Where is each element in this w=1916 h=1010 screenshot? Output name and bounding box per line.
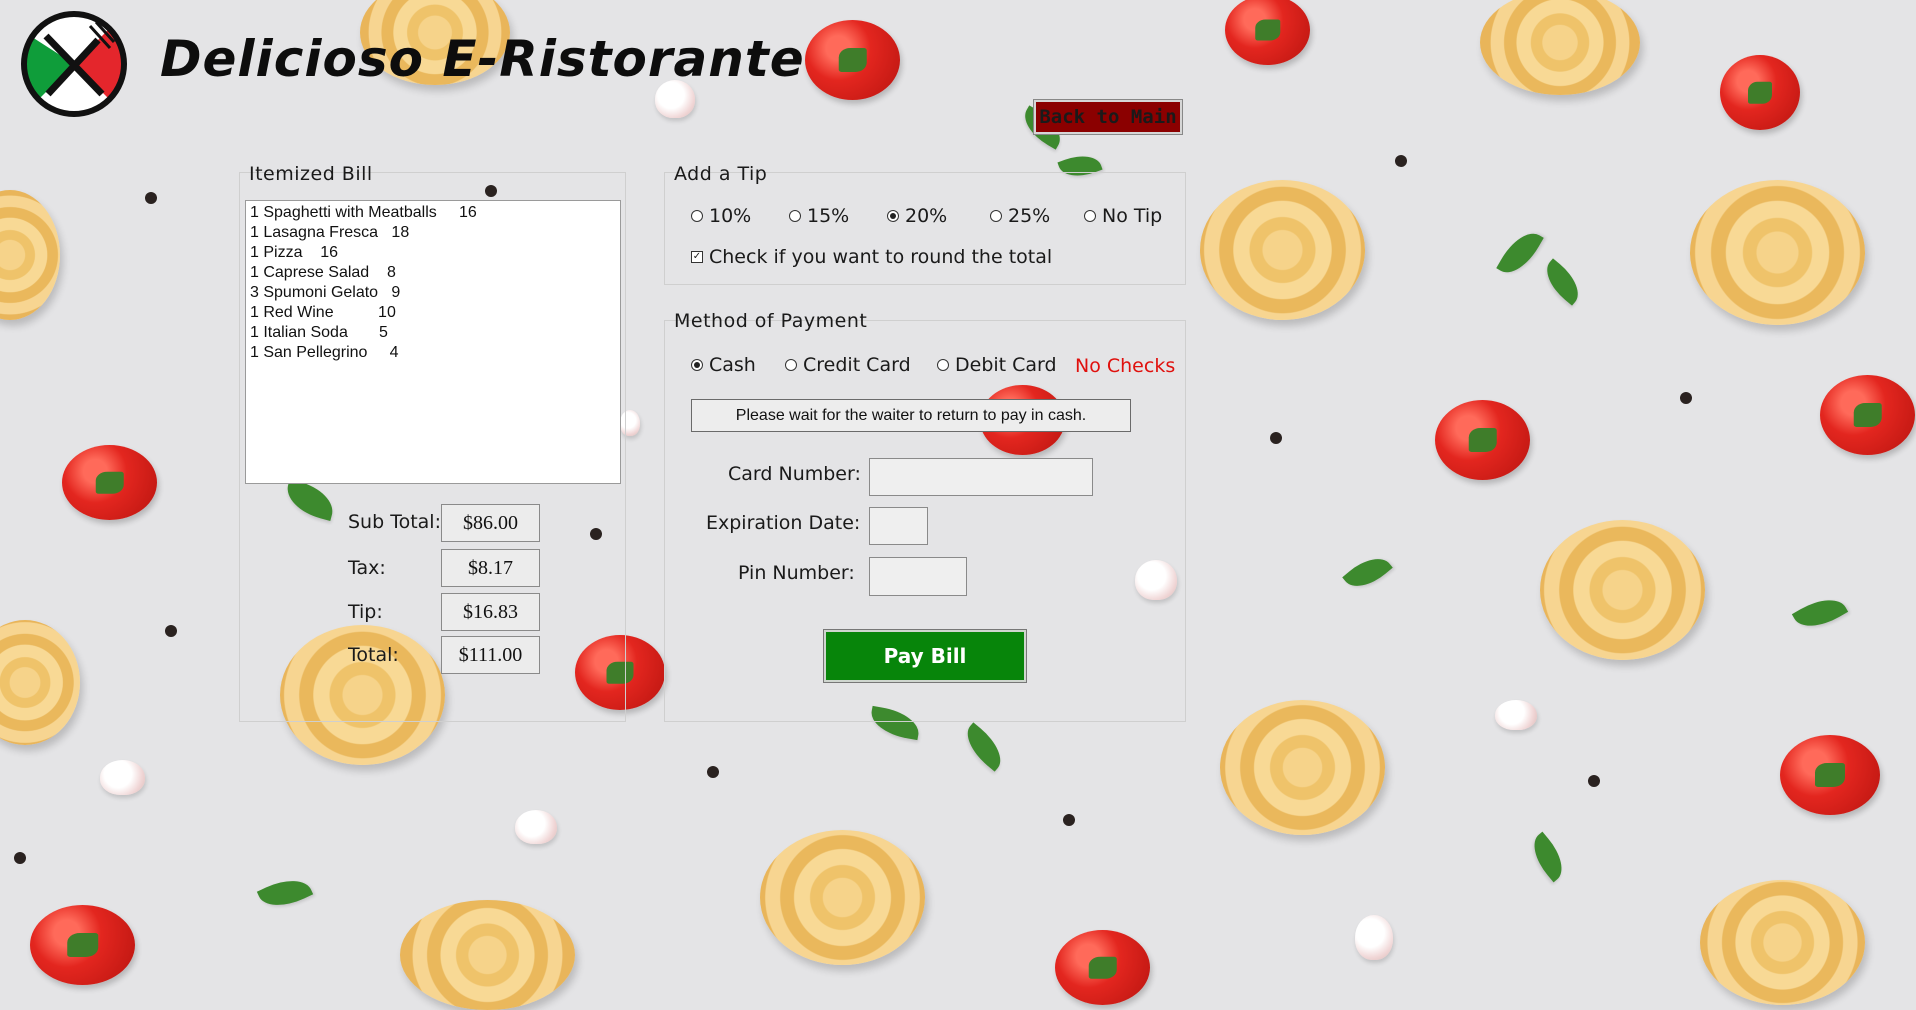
restaurant-logo xyxy=(21,11,127,117)
card-number-input[interactable] xyxy=(869,458,1093,496)
list-item[interactable]: 1 Spaghetti with Meatballs 16 xyxy=(250,203,616,223)
tax-value: $8.17 xyxy=(441,549,540,587)
tip-label: Tip: xyxy=(348,601,383,623)
list-item[interactable]: 1 Lasagna Fresca 18 xyxy=(250,223,616,243)
back-to-main-button[interactable]: Back to Main xyxy=(1033,99,1183,135)
no-checks-notice: No Checks xyxy=(1075,355,1176,377)
list-item[interactable]: 1 Pizza 16 xyxy=(250,243,616,263)
tip-group xyxy=(664,172,1186,285)
round-total-label: Check if you want to round the total xyxy=(709,246,1053,268)
list-item[interactable]: 1 Italian Soda 5 xyxy=(250,323,616,343)
tip-option-20[interactable]: 20% xyxy=(887,205,947,227)
payment-option-cash[interactable]: Cash xyxy=(691,354,756,376)
list-item[interactable]: 3 Spumoni Gelato 9 xyxy=(250,283,616,303)
bill-items-list[interactable]: 1 Spaghetti with Meatballs 16 1 Lasagna … xyxy=(245,200,621,484)
tip-option-label: No Tip xyxy=(1102,205,1163,227)
tip-option-25[interactable]: 25% xyxy=(990,205,1050,227)
card-number-label: Card Number: xyxy=(728,463,861,485)
tip-option-label: 10% xyxy=(709,205,752,227)
subtotal-value: $86.00 xyxy=(441,504,540,542)
tip-option-15[interactable]: 15% xyxy=(789,205,849,227)
radio-circle-icon xyxy=(691,210,703,222)
payment-option-label: Debit Card xyxy=(955,354,1057,376)
tip-option-label: 15% xyxy=(807,205,850,227)
pay-bill-button[interactable]: Pay Bill xyxy=(823,629,1027,683)
payment-option-debit-card[interactable]: Debit Card xyxy=(937,354,1057,376)
tip-option-10[interactable]: 10% xyxy=(691,205,751,227)
subtotal-label: Sub Total: xyxy=(348,511,441,533)
pin-number-input[interactable] xyxy=(869,557,967,596)
payment-message: Please wait for the waiter to return to … xyxy=(691,399,1131,432)
radio-selected-icon xyxy=(887,210,899,222)
itemized-bill-title: Itemized Bill xyxy=(249,163,373,185)
radio-circle-icon xyxy=(990,210,1002,222)
checkmark-icon: ✓ xyxy=(691,251,703,263)
tip-option-label: 25% xyxy=(1008,205,1051,227)
tip-group-title: Add a Tip xyxy=(674,163,768,185)
tip-option-none[interactable]: No Tip xyxy=(1084,205,1162,227)
tip-option-label: 20% xyxy=(905,205,948,227)
total-label: Total: xyxy=(348,644,399,666)
radio-circle-icon xyxy=(1084,210,1096,222)
radio-circle-icon xyxy=(937,359,949,371)
list-item[interactable]: 1 Red Wine 10 xyxy=(250,303,616,323)
list-item[interactable]: 1 Caprese Salad 8 xyxy=(250,263,616,283)
tax-label: Tax: xyxy=(348,557,386,579)
payment-group-title: Method of Payment xyxy=(674,310,868,332)
tip-value: $16.83 xyxy=(441,593,540,631)
payment-option-credit-card[interactable]: Credit Card xyxy=(785,354,911,376)
radio-circle-icon xyxy=(785,359,797,371)
expiration-date-label: Expiration Date: xyxy=(706,512,861,534)
list-item[interactable]: 1 San Pellegrino 4 xyxy=(250,343,616,363)
pin-number-label: Pin Number: xyxy=(738,562,855,584)
expiration-date-input[interactable] xyxy=(869,507,928,545)
payment-option-label: Cash xyxy=(709,354,756,376)
app-title: Delicioso E-Ristorante xyxy=(160,30,805,88)
total-value: $111.00 xyxy=(441,636,540,674)
round-total-checkbox[interactable]: ✓ Check if you want to round the total xyxy=(691,246,1052,268)
radio-selected-icon xyxy=(691,359,703,371)
radio-circle-icon xyxy=(789,210,801,222)
payment-option-label: Credit Card xyxy=(803,354,911,376)
